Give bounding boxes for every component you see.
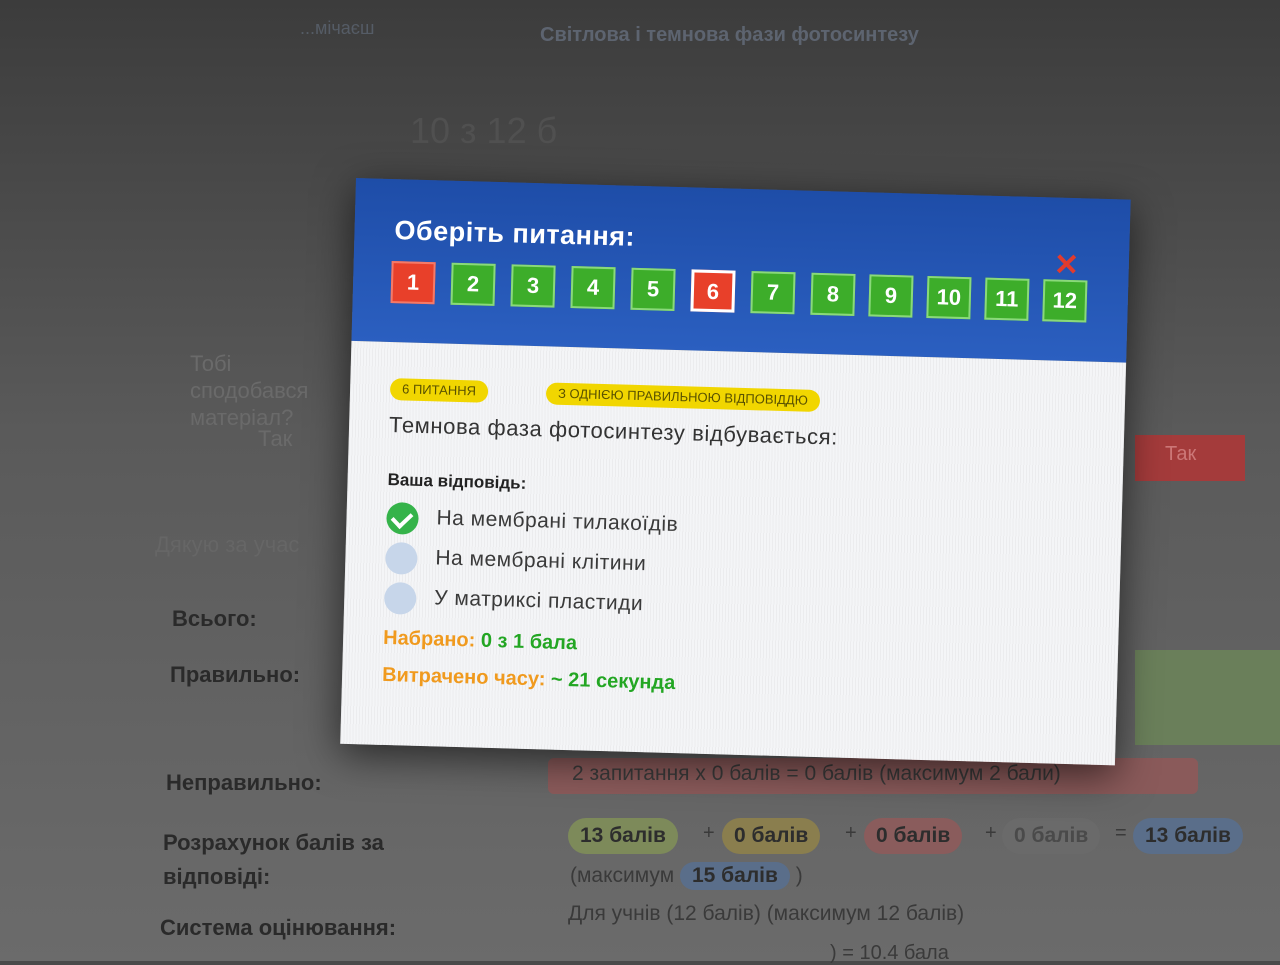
calc-pill-skipped: 0 балів — [1002, 818, 1101, 854]
question-button-12[interactable]: 12 — [1042, 279, 1088, 323]
total-label: Всього: — [172, 606, 257, 631]
question-button-5[interactable]: 5 — [630, 267, 676, 311]
wrong-label: Неправильно: — [166, 770, 322, 795]
calc-op: = — [1115, 822, 1127, 844]
question-select-modal: Оберіть питання: ✕ 1 2 3 4 5 6 7 8 9 10 … — [340, 178, 1131, 766]
breadcrumb-current: Світлова і темнова фази фотосинтезу — [540, 24, 919, 46]
calc-pill-partial: 0 балів — [722, 818, 821, 854]
question-button-4[interactable]: 4 — [570, 266, 616, 310]
formula-fragment: ) = 10.4 бала — [830, 942, 949, 964]
answer-option: На мембрані тилакоїдів — [386, 501, 679, 536]
question-button-3[interactable]: 3 — [510, 264, 556, 308]
modal-body: 6 ПИТАННЯ З ОДНІЄЮ ПРАВИЛЬНОЮ ВІДПОВІДДЮ… — [340, 340, 1127, 766]
question-button-10[interactable]: 10 — [926, 275, 972, 320]
question-text: Темнова фаза фотосинтезу відбувається: — [388, 412, 839, 450]
max-pill: 15 балів — [679, 862, 790, 890]
score-label: Набрано: — [382, 626, 476, 652]
result-title: 10 з 12 б — [410, 110, 558, 151]
question-button-2[interactable]: 2 — [450, 262, 496, 306]
calc-op: + — [703, 822, 715, 844]
answer-option: На мембрані клітини — [384, 541, 647, 576]
modal-header: Оберіть питання: ✕ 1 2 3 4 5 6 7 8 9 10 … — [351, 178, 1131, 363]
checkmark-icon — [386, 501, 419, 535]
close-icon[interactable]: ✕ — [1053, 248, 1079, 284]
answer-option-text: На мембрані тилакоїдів — [436, 506, 679, 537]
question-button-8[interactable]: 8 — [810, 272, 856, 316]
question-button-7[interactable]: 7 — [750, 271, 796, 315]
question-number-list: 1 2 3 4 5 6 7 8 9 10 11 12 — [390, 261, 1091, 327]
question-button-6[interactable]: 6 — [690, 269, 736, 313]
time-label: Витрачено часу: — [381, 663, 546, 691]
score-line: Набрано: 0 з 1 бала — [382, 626, 578, 655]
red-yes-button[interactable]: Так — [1135, 435, 1245, 481]
like-question: Тобі сподобався матеріал? — [190, 351, 309, 430]
modal-title: Оберіть питання: — [394, 215, 636, 252]
calc-pill-total: 13 балів — [1133, 818, 1243, 854]
answer-option-text: На мембрані клітини — [435, 546, 647, 576]
wrong-value: 2 запитання x 0 балів = 0 балів (максиму… — [572, 762, 1061, 785]
calc-op: + — [985, 822, 997, 844]
thanks-text: Дякую за учас — [155, 532, 300, 557]
like-yes-option[interactable]: Так — [258, 426, 292, 452]
system-value: Для учнів (12 балів) (максимум 12 балів) — [568, 902, 965, 925]
answer-option: У матриксі пластиди — [383, 581, 643, 616]
max-suffix: ) — [795, 864, 803, 887]
question-button-1[interactable]: 1 — [390, 261, 436, 305]
your-answer-label: Ваша відповідь: — [387, 470, 527, 493]
question-button-9[interactable]: 9 — [868, 274, 914, 318]
question-type-tag: З ОДНІЄЮ ПРАВИЛЬНОЮ ВІДПОВІДДЮ — [545, 382, 821, 413]
calc-label: Розрахунок балів за відповіді: — [163, 830, 384, 889]
calc-op: + — [845, 822, 857, 844]
calc-pill-correct: 13 балів — [568, 818, 678, 854]
question-button-11[interactable]: 11 — [984, 277, 1030, 321]
answer-option-text: У матриксі пластиди — [433, 586, 644, 616]
calc-pill-wrong: 0 балів — [864, 818, 963, 854]
max-row: (максимум 15 балів ) — [570, 862, 803, 890]
time-value: ~ 21 секунда — [550, 668, 676, 695]
question-number-tag: 6 ПИТАННЯ — [389, 378, 489, 403]
max-prefix: (максимум — [570, 864, 675, 887]
radio-icon — [383, 581, 417, 615]
system-label: Система оцінювання: — [160, 915, 397, 940]
correct-value-bar — [1135, 650, 1280, 745]
score-value: 0 з 1 бала — [480, 629, 578, 655]
breadcrumb-previous[interactable]: ...мічаєш — [300, 18, 374, 39]
time-line: Витрачено часу: ~ 21 секунда — [382, 664, 676, 695]
radio-icon — [384, 541, 418, 575]
correct-label: Правильно: — [170, 662, 301, 687]
